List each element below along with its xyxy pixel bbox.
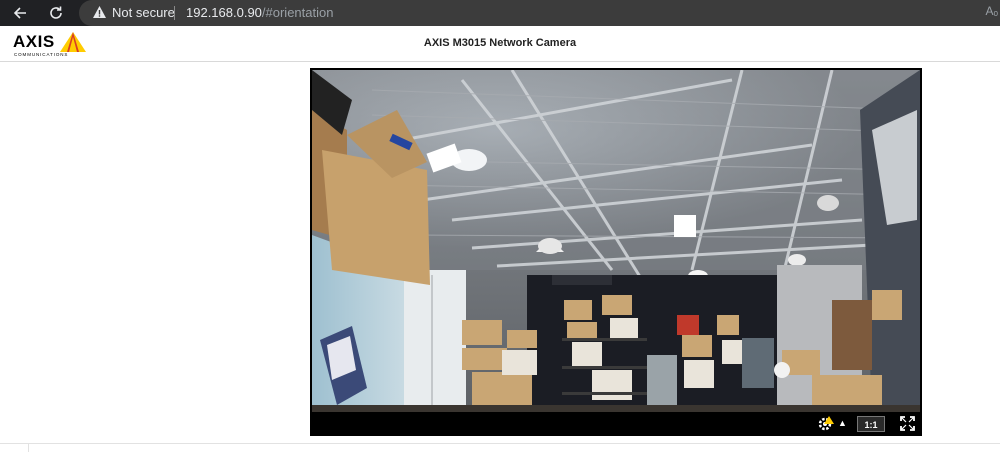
page-title: AXIS M3015 Network Camera [423,37,577,49]
page-header: AXIS COMMUNICATIONS AXIS M3015 Network C… [0,27,1000,62]
read-aloud-icon[interactable]: Aₒ [985,4,998,18]
url-text[interactable]: 192.168.0.90/#orientation [186,5,333,20]
video-control-bar: ▲ 1:1 [310,412,922,436]
live-view-player[interactable]: ▲ 1:1 [310,68,922,436]
footer-tick [28,444,29,452]
gear-warning-icon[interactable] [817,416,835,432]
warehouse-camera-image [312,70,920,412]
reload-icon [50,6,62,19]
browser-toolbar: Not secure 192.168.0.90/#orientation Aₒ [0,0,1000,26]
address-bar[interactable]: Not secure 192.168.0.90/#orientation Aₒ [79,0,1000,26]
logo-subtext: COMMUNICATIONS [14,52,69,57]
back-button[interactable] [7,0,33,26]
omnibox-divider [174,6,175,20]
fullscreen-icon[interactable] [900,416,915,431]
live-video-stream[interactable] [312,70,920,412]
footer-divider [0,443,1000,444]
url-host: 192.168.0.90 [186,5,262,20]
arrow-left-icon [13,7,26,19]
url-path: /#orientation [261,5,334,20]
reload-button[interactable] [43,0,69,26]
security-status-label[interactable]: Not secure [112,5,175,20]
warning-icon[interactable] [92,5,107,19]
aspect-ratio-button[interactable]: 1:1 [857,416,885,432]
caret-up-icon[interactable]: ▲ [838,418,847,428]
